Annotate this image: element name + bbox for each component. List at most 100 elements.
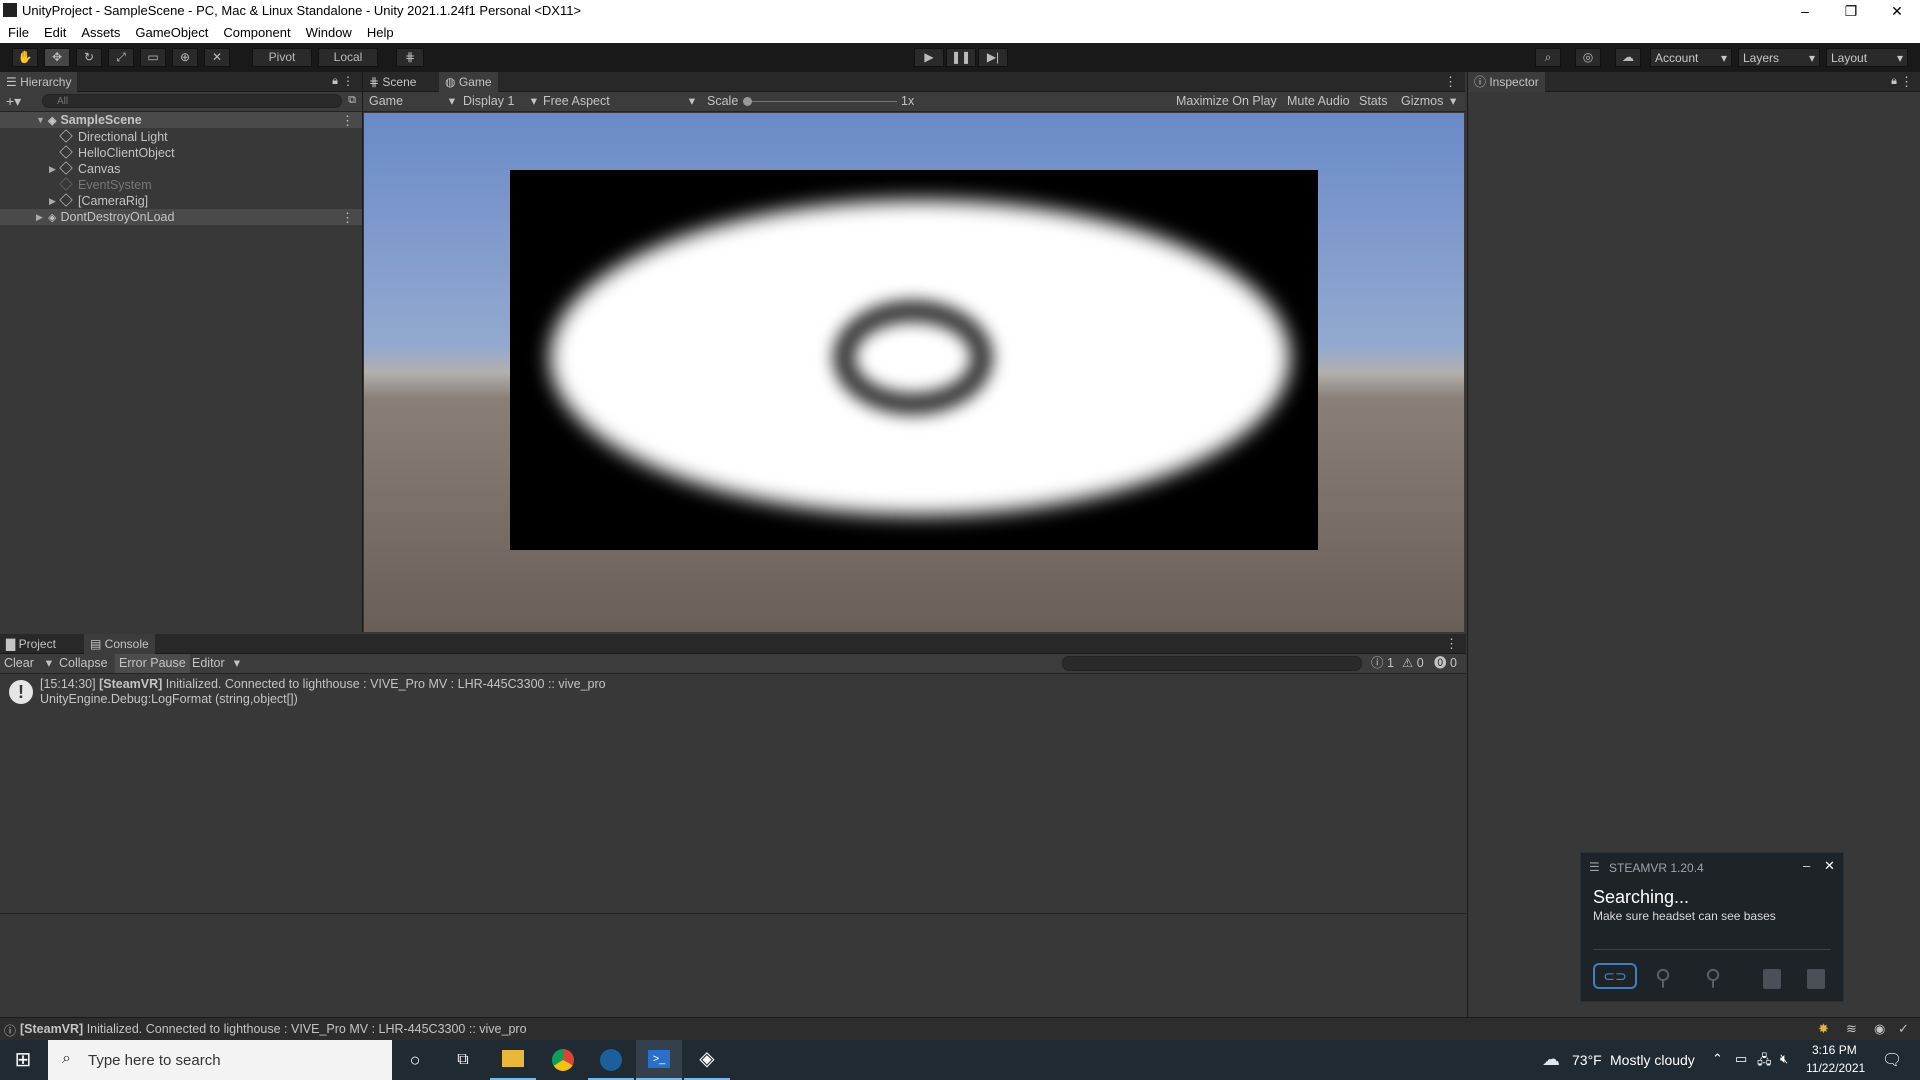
stats-toggle[interactable]: Stats <box>1355 92 1392 111</box>
steamvr-taskbar-icon[interactable] <box>588 1040 634 1080</box>
kebab-menu-icon[interactable]: ⋮ <box>342 74 354 88</box>
error-count-toggle[interactable]: ⓿ 0 <box>1430 654 1461 673</box>
step-button[interactable]: ▶| <box>978 48 1008 67</box>
tab-scene[interactable]: ⋕ Scene <box>363 72 422 92</box>
file-explorer-icon[interactable] <box>490 1040 536 1080</box>
tab-inspector[interactable]: ⓘ Inspector <box>1468 72 1545 92</box>
hierarchy-item[interactable]: Canvas <box>59 161 120 177</box>
expand-arrow-icon[interactable]: ▶ <box>36 212 43 223</box>
network-icon[interactable]: 🖧︎ <box>1757 1051 1772 1073</box>
notifications-icon[interactable]: 🗨︎ <box>1882 1050 1902 1070</box>
menu-edit[interactable]: Edit <box>44 22 66 43</box>
menu-assets[interactable]: Assets <box>81 22 120 43</box>
menu-help[interactable]: Help <box>367 22 394 43</box>
globe-icon[interactable]: ◉ <box>1874 1021 1885 1037</box>
taskbar-search[interactable]: ⌕ Type here to search <box>48 1040 392 1080</box>
chrome-icon[interactable] <box>540 1040 586 1080</box>
account-dropdown[interactable]: Account ▾ <box>1650 48 1732 67</box>
display-icon[interactable]: ▭ <box>1735 1051 1747 1067</box>
cloud-icon[interactable]: ☁ <box>1615 48 1641 67</box>
game-mode-dropdown[interactable]: Game ▾ <box>365 92 459 111</box>
bug-icon[interactable]: ✸ <box>1818 1021 1829 1037</box>
hierarchy-item[interactable]: HelloClientObject <box>59 145 175 161</box>
unity-taskbar-icon[interactable]: ◈ <box>684 1040 730 1080</box>
clear-button[interactable]: Clear ▾ <box>0 654 54 673</box>
info-count-toggle[interactable]: ⓘ 1 <box>1367 654 1398 673</box>
warning-count-toggle[interactable]: ⚠ 0 <box>1398 654 1428 673</box>
hand-tool-icon[interactable]: ✋ <box>12 48 38 67</box>
kebab-menu-icon[interactable]: ⋮ <box>341 210 354 226</box>
close-icon[interactable]: ✕ <box>1824 858 1835 874</box>
kebab-menu-icon[interactable]: ⋮ <box>341 113 354 129</box>
clock-date[interactable]: 11/22/2021 <box>1806 1061 1865 1075</box>
collapse-toggle[interactable]: Collapse <box>55 654 112 673</box>
transform-tool-icon[interactable]: ⊕ <box>172 48 198 67</box>
scale-slider-handle[interactable] <box>743 97 752 106</box>
aspect-dropdown[interactable]: Free Aspect ▾ <box>539 92 697 111</box>
layout-dropdown[interactable]: Layout ▾ <box>1826 48 1908 67</box>
weather-cloud-icon[interactable]: ☁ <box>1542 1049 1560 1070</box>
scene-row[interactable]: ▼ ◈ SampleScene ⋮ <box>0 112 362 128</box>
task-view-icon[interactable]: ⧉ <box>440 1040 486 1080</box>
mute-audio-toggle[interactable]: Mute Audio <box>1283 92 1354 111</box>
display-dropdown[interactable]: Display 1 ▾ <box>459 92 539 111</box>
rect-tool-icon[interactable]: ▭ <box>140 48 166 67</box>
log-entry[interactable]: ! [15:14:30] [SteamVR] Initialized. Conn… <box>0 675 1466 709</box>
expand-arrow-icon[interactable]: ▶ <box>49 164 56 175</box>
menu-component[interactable]: Component <box>223 22 290 43</box>
collab-icon[interactable]: ◎ <box>1575 48 1601 67</box>
lock-icon[interactable]: 🔒︎ <box>1891 75 1897 88</box>
move-tool-icon[interactable]: ✥ <box>44 48 70 67</box>
tab-hierarchy[interactable]: ☰ Hierarchy <box>0 72 78 92</box>
grid-snap-icon[interactable]: ⋕ <box>396 48 424 67</box>
hierarchy-item[interactable]: Directional Light <box>59 129 168 145</box>
layers-dropdown[interactable]: Layers ▾ <box>1738 48 1820 67</box>
ddol-row[interactable]: ▶ ◈ DontDestroyOnLoad ⋮ <box>0 209 362 225</box>
chevron-up-icon[interactable]: ⌃ <box>1712 1051 1723 1067</box>
console-splitter[interactable] <box>0 913 1466 914</box>
kebab-menu-icon[interactable]: ⋮ <box>1444 74 1457 90</box>
hierarchy-item[interactable]: [CameraRig] <box>59 193 148 209</box>
base-station-icon[interactable] <box>1763 969 1781 989</box>
kebab-menu-icon[interactable]: ⋮ <box>1445 636 1458 652</box>
expand-arrow-icon[interactable]: ▼ <box>36 115 45 125</box>
temperature[interactable]: 73°F <box>1572 1052 1602 1068</box>
base-station-icon[interactable] <box>1807 969 1825 989</box>
pivot-toggle[interactable]: Pivot <box>252 48 312 67</box>
menu-window[interactable]: Window <box>306 22 352 43</box>
scene-visibility-icon[interactable]: ⧉ <box>348 94 356 107</box>
tab-project[interactable]: ▇ Project <box>0 634 62 654</box>
hierarchy-search-input[interactable] <box>42 94 342 108</box>
minimize-icon[interactable]: – <box>1803 858 1810 873</box>
windows-start-icon[interactable]: ⊞ <box>0 1040 46 1080</box>
pause-button[interactable]: ❚❚ <box>946 48 976 67</box>
custom-tool-icon[interactable]: ✕ <box>204 48 230 67</box>
controller-icon[interactable]: ⚲ <box>1705 965 1721 991</box>
headset-icon[interactable]: ⊂⊃ <box>1593 963 1637 989</box>
volume-muted-icon[interactable]: 🔇︎ <box>1780 1051 1788 1067</box>
play-button[interactable]: ▶ <box>914 48 944 67</box>
scale-tool-icon[interactable]: ⤢ <box>108 48 134 67</box>
local-toggle[interactable]: Local <box>318 48 378 67</box>
clock-time[interactable]: 3:16 PM <box>1812 1043 1857 1057</box>
status-message[interactable]: [SteamVR] Initialized. Connected to ligh… <box>20 1022 527 1036</box>
powershell-icon[interactable]: >_ <box>636 1040 682 1080</box>
editor-dropdown[interactable]: Editor ▾ <box>188 654 240 673</box>
close-window-button[interactable]: ✕ <box>1874 0 1920 22</box>
add-object-button[interactable]: +▾ <box>6 93 21 110</box>
cortana-icon[interactable]: ○ <box>392 1040 438 1080</box>
console-search-input[interactable] <box>1062 656 1362 671</box>
stack-icon[interactable]: ≋ <box>1846 1021 1857 1037</box>
maximize-on-play-toggle[interactable]: Maximize On Play <box>1172 92 1281 111</box>
rotate-tool-icon[interactable]: ↻ <box>76 48 102 67</box>
weather-text[interactable]: Mostly cloudy <box>1610 1052 1695 1068</box>
menu-gameobject[interactable]: GameObject <box>135 22 208 43</box>
gizmos-toggle[interactable]: Gizmos <box>1397 92 1447 111</box>
lock-icon[interactable]: 🔒︎ <box>332 75 338 88</box>
game-viewport[interactable] <box>364 113 1464 632</box>
hamburger-icon[interactable]: ☰ <box>1589 860 1600 874</box>
kebab-menu-icon[interactable]: ⋮ <box>1900 74 1913 90</box>
search-icon[interactable]: ⌕ <box>1535 48 1561 67</box>
check-circle-icon[interactable]: ✓ <box>1898 1021 1909 1037</box>
hierarchy-item-disabled[interactable]: EventSystem <box>59 177 152 193</box>
